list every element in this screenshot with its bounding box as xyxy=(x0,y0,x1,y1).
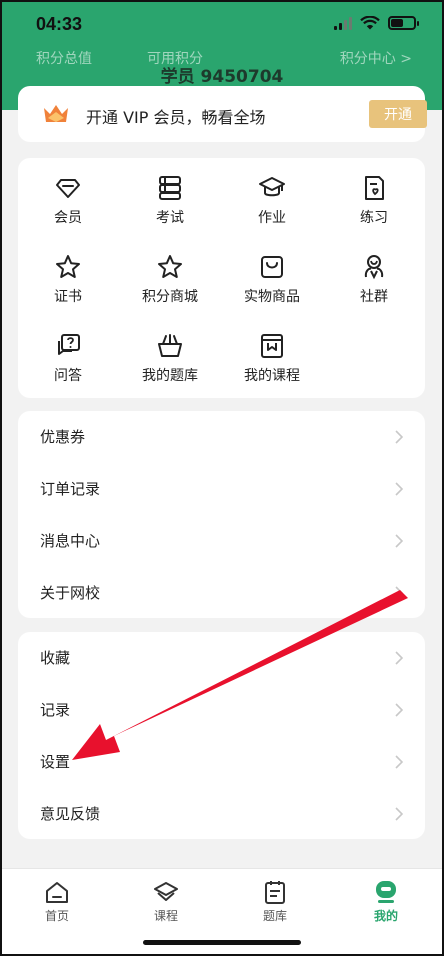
diamond-icon xyxy=(56,179,80,198)
list-item-about[interactable]: 关于网校 xyxy=(18,567,425,619)
status-bar: 04:33 xyxy=(0,0,444,48)
grid-item-label: 会员 xyxy=(54,210,82,226)
grid-item-label: 考试 xyxy=(156,210,184,226)
list-item-orders[interactable]: 订单记录 xyxy=(18,463,425,515)
chevron-right-icon xyxy=(395,755,403,769)
grid-item-qa[interactable]: 问答 xyxy=(18,332,118,385)
grid-item-my-question-bank[interactable]: 我的题库 xyxy=(120,332,220,385)
shopping-bag-icon xyxy=(261,256,283,278)
grid-item-label: 我的课程 xyxy=(244,368,300,384)
home-indicator xyxy=(143,940,301,945)
tab-label: 我的 xyxy=(373,909,398,923)
menu-list-secondary: 收藏 记录 设置 意见反馈 xyxy=(18,632,425,839)
grid-item-label: 作业 xyxy=(258,210,286,226)
list-item-label: 记录 xyxy=(40,701,71,719)
tab-question-bank[interactable]: 题库 xyxy=(245,879,305,924)
grid-item-label: 我的题库 xyxy=(142,368,198,384)
question-bank-icon xyxy=(265,881,285,904)
grid-item-my-courses[interactable]: 我的课程 xyxy=(222,332,322,385)
grid-item-label: 社群 xyxy=(360,289,388,305)
tab-label: 题库 xyxy=(262,909,287,923)
grid-item-label: 证书 xyxy=(54,289,82,305)
community-icon xyxy=(364,255,384,280)
basket-icon xyxy=(158,334,182,357)
grid-item-label: 练习 xyxy=(360,210,388,226)
tab-home[interactable]: 首页 xyxy=(27,879,87,924)
chevron-right-icon xyxy=(395,430,403,444)
tab-profile[interactable]: 我的 xyxy=(356,879,416,924)
vip-promo-text: 开通 VIP 会员，畅看全场 xyxy=(86,108,266,127)
tab-label: 课程 xyxy=(153,909,178,923)
vip-open-button[interactable]: 开通 xyxy=(369,100,427,128)
chevron-right-icon xyxy=(395,586,403,600)
battery-icon xyxy=(388,16,419,30)
grid-item-label: 积分商城 xyxy=(142,289,198,305)
grid-item-community[interactable]: 社群 xyxy=(324,253,424,306)
list-item-label: 消息中心 xyxy=(40,532,101,550)
grid-item-label: 问答 xyxy=(54,368,82,384)
list-item-history[interactable]: 记录 xyxy=(18,684,425,736)
grid-item-practice[interactable]: 练习 xyxy=(324,174,424,227)
list-item-label: 订单记录 xyxy=(40,480,101,498)
grid-item-certificate[interactable]: 证书 xyxy=(18,253,118,306)
list-item-label: 设置 xyxy=(40,753,71,771)
grid-item-exam[interactable]: 考试 xyxy=(120,174,220,227)
tab-label: 首页 xyxy=(44,909,69,923)
chevron-right-icon xyxy=(395,703,403,717)
feature-grid: 会员 考试 作业 练习 证书 积分商城 实物商品 社群 问答 我的题库 我的课程 xyxy=(18,158,425,398)
list-item-settings[interactable]: 设置 xyxy=(18,736,425,788)
course-icon xyxy=(154,882,178,901)
list-item-label: 关于网校 xyxy=(40,584,101,602)
list-item-coupons[interactable]: 优惠券 xyxy=(18,411,425,463)
crown-icon xyxy=(44,105,68,122)
status-icons xyxy=(334,16,419,30)
home-icon xyxy=(46,882,68,903)
grid-item-membership[interactable]: 会员 xyxy=(18,174,118,227)
chevron-right-icon xyxy=(395,482,403,496)
exam-icon xyxy=(159,176,181,200)
vip-banner[interactable]: 开通 VIP 会员，畅看全场 开通 xyxy=(18,86,427,142)
grid-item-physical-goods[interactable]: 实物商品 xyxy=(222,253,322,306)
list-item-label: 优惠券 xyxy=(40,428,86,446)
wifi-icon xyxy=(360,16,380,30)
star-icon xyxy=(56,255,80,278)
tab-courses[interactable]: 课程 xyxy=(136,879,196,924)
grid-item-homework[interactable]: 作业 xyxy=(222,174,322,227)
chevron-right-icon xyxy=(395,807,403,821)
chevron-right-icon xyxy=(395,534,403,548)
list-item-feedback[interactable]: 意见反馈 xyxy=(18,788,425,840)
list-item-label: 意见反馈 xyxy=(40,805,101,823)
list-item-favorites[interactable]: 收藏 xyxy=(18,632,425,684)
practice-icon xyxy=(365,176,384,200)
graduation-cap-icon xyxy=(259,177,285,197)
status-time: 04:33 xyxy=(36,14,83,34)
chevron-right-icon xyxy=(395,651,403,665)
menu-list-primary: 优惠券 订单记录 消息中心 关于网校 xyxy=(18,411,425,618)
list-item-label: 收藏 xyxy=(40,649,71,667)
grid-item-label: 实物商品 xyxy=(244,289,300,305)
grid-item-points-mall[interactable]: 积分商城 xyxy=(120,253,220,306)
star-icon xyxy=(158,255,182,278)
list-item-messages[interactable]: 消息中心 xyxy=(18,515,425,567)
question-chat-icon xyxy=(58,334,80,355)
cellular-signal-icon xyxy=(334,16,352,30)
user-name: 学员 9450704 xyxy=(160,67,284,87)
book-icon xyxy=(261,334,283,358)
profile-icon xyxy=(376,881,396,903)
